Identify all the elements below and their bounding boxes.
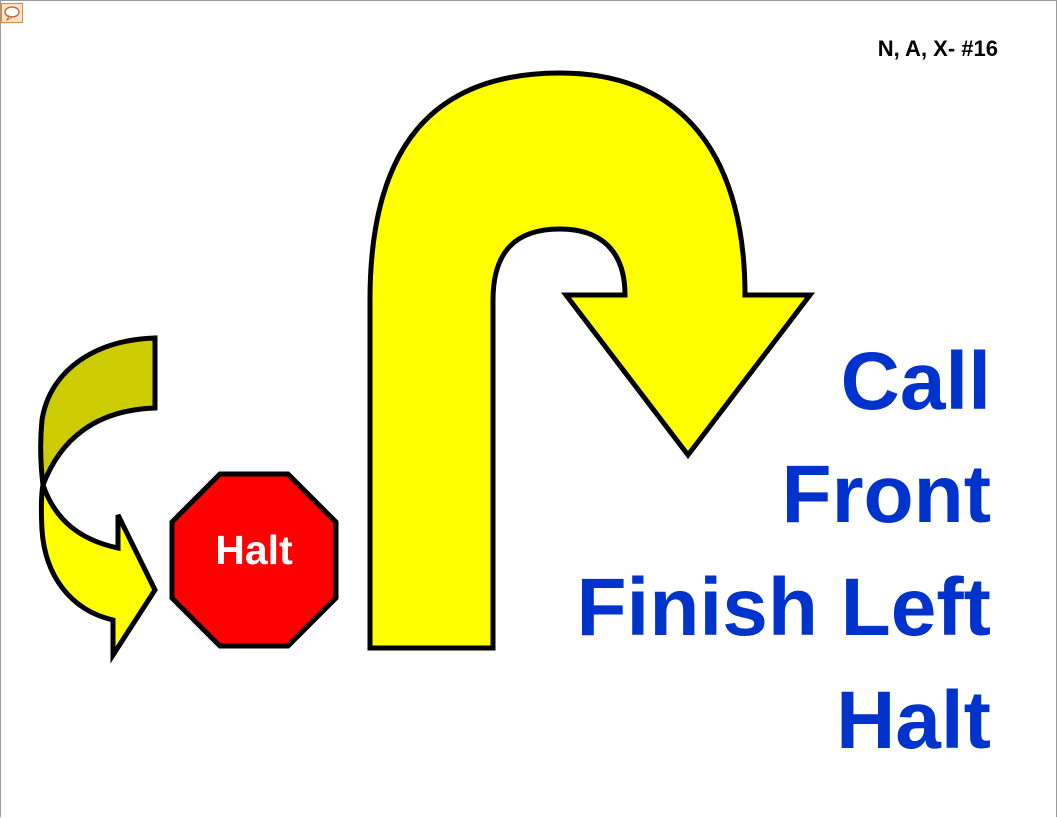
title-line-finish-left: Finish Left [576, 562, 991, 653]
title-line-call: Call [840, 336, 991, 427]
title-lines: Call Front Finish Left Halt [576, 325, 991, 777]
stop-sign-label: Halt [215, 527, 293, 573]
curved-arrow-icon [38, 475, 158, 664]
title-line-halt: Halt [836, 675, 991, 766]
title-line-front: Front [781, 449, 991, 540]
curved-arrow-shade [38, 335, 158, 486]
